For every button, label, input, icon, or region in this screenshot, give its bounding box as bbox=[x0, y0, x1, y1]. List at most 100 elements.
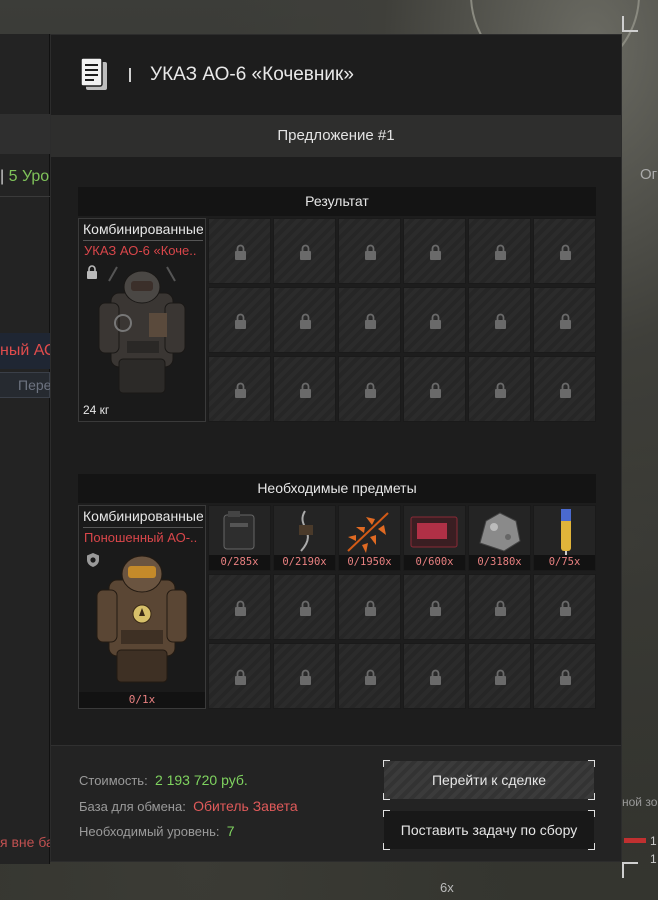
locked-slot[interactable] bbox=[273, 356, 336, 422]
cost-label: Стоимость: bbox=[79, 773, 148, 788]
level-value: 7 bbox=[226, 823, 235, 839]
locked-slot[interactable] bbox=[208, 287, 271, 353]
material-count: 0/285x bbox=[209, 555, 270, 570]
required-header: Необходимые предметы bbox=[78, 474, 596, 503]
lock-icon bbox=[235, 669, 246, 685]
material-count: 0/3180x bbox=[469, 555, 530, 570]
locked-slot[interactable] bbox=[403, 218, 466, 284]
shield-icon bbox=[87, 553, 99, 567]
material-slot[interactable]: 0/75x bbox=[533, 505, 596, 571]
lock-icon bbox=[235, 600, 246, 616]
lock-icon bbox=[235, 382, 246, 398]
lock-icon bbox=[560, 244, 571, 260]
lock-icon bbox=[560, 382, 571, 398]
background-side-panel bbox=[0, 34, 50, 864]
required-item-card[interactable]: Комбинированные Поношенный АО-.. 0/1x bbox=[78, 505, 206, 709]
locked-slot[interactable] bbox=[468, 574, 531, 640]
base-value: Обитель Завета bbox=[193, 798, 298, 814]
worn-armor-image bbox=[96, 555, 188, 683]
background-number: 1 bbox=[650, 852, 657, 866]
background-button-label: Пере bbox=[18, 377, 50, 393]
locked-slot[interactable] bbox=[208, 218, 271, 284]
locked-slot[interactable] bbox=[208, 574, 271, 640]
go-to-deal-button[interactable]: Перейти к сделке bbox=[383, 760, 595, 800]
corner-marker bbox=[622, 16, 638, 32]
cost-row: Стоимость: 2 193 720 руб. bbox=[79, 772, 248, 788]
modal-footer: Стоимость: 2 193 720 руб. База для обмен… bbox=[51, 745, 621, 861]
material-count: 0/2190x bbox=[274, 555, 335, 570]
lock-icon bbox=[560, 669, 571, 685]
lock-icon bbox=[495, 313, 506, 329]
lock-icon bbox=[300, 382, 311, 398]
background-zoom-label: 6x bbox=[440, 880, 454, 895]
lock-icon bbox=[495, 244, 506, 260]
locked-slot[interactable] bbox=[338, 356, 401, 422]
material-slot[interactable]: 0/3180x bbox=[468, 505, 531, 571]
item-category: Комбинированные bbox=[83, 221, 203, 241]
locked-slot[interactable] bbox=[338, 287, 401, 353]
lock-icon bbox=[235, 313, 246, 329]
document-icon bbox=[80, 57, 107, 90]
go-to-deal-label: Перейти к сделке bbox=[431, 772, 547, 788]
ore-icon bbox=[479, 512, 521, 552]
lock-icon bbox=[300, 313, 311, 329]
lock-icon bbox=[430, 382, 441, 398]
material-slot[interactable]: 0/1950x bbox=[338, 505, 401, 571]
locked-slot[interactable] bbox=[403, 574, 466, 640]
locked-slot[interactable] bbox=[533, 287, 596, 353]
item-weight: 24 кг bbox=[83, 403, 110, 417]
background-level: | 5 Уро bbox=[0, 168, 50, 185]
lock-icon bbox=[560, 600, 571, 616]
locked-slot[interactable] bbox=[403, 287, 466, 353]
lock-icon bbox=[495, 600, 506, 616]
lock-icon bbox=[235, 244, 246, 260]
required-grid: 0/285x 0/2190x 0/1950x 0/600x 0/3180x 0/75x bbox=[208, 505, 596, 709]
header-separator bbox=[129, 68, 131, 82]
base-row: База для обмена: Обитель Завета bbox=[79, 798, 298, 814]
lock-icon bbox=[430, 313, 441, 329]
locked-slot[interactable] bbox=[338, 643, 401, 709]
locked-slot[interactable] bbox=[338, 218, 401, 284]
armor-suit-image bbox=[98, 266, 186, 394]
locked-slot[interactable] bbox=[533, 218, 596, 284]
set-collect-task-button[interactable]: Поставить задачу по сбору bbox=[383, 810, 595, 850]
locked-slot[interactable] bbox=[403, 643, 466, 709]
locked-slot[interactable] bbox=[273, 218, 336, 284]
locked-slot[interactable] bbox=[403, 356, 466, 422]
lock-icon bbox=[430, 600, 441, 616]
locked-slot[interactable] bbox=[533, 574, 596, 640]
result-header: Результат bbox=[78, 187, 596, 216]
lock-icon bbox=[300, 244, 311, 260]
material-slot[interactable]: 0/600x bbox=[403, 505, 466, 571]
locked-slot[interactable] bbox=[273, 287, 336, 353]
material-slot[interactable]: 0/2190x bbox=[273, 505, 336, 571]
material-slot[interactable]: 0/285x bbox=[208, 505, 271, 571]
divider bbox=[0, 196, 50, 197]
locked-slot[interactable] bbox=[468, 287, 531, 353]
item-name: УКАЗ АО-6 «Коче.. bbox=[84, 243, 197, 258]
locked-slot[interactable] bbox=[468, 218, 531, 284]
result-section: Результат Комбинированные УКАЗ АО-6 «Коч… bbox=[78, 187, 596, 422]
lock-icon bbox=[560, 313, 571, 329]
locked-slot[interactable] bbox=[533, 356, 596, 422]
syringe-icon bbox=[561, 509, 571, 555]
red-box-icon bbox=[410, 516, 458, 548]
locked-slot[interactable] bbox=[338, 574, 401, 640]
locked-slot[interactable] bbox=[273, 643, 336, 709]
offer-label: Предложение #1 bbox=[51, 115, 621, 157]
lock-icon bbox=[87, 265, 97, 279]
locked-slot[interactable] bbox=[533, 643, 596, 709]
locked-slot[interactable] bbox=[208, 356, 271, 422]
material-count: 0/1950x bbox=[339, 555, 400, 570]
fern-icon bbox=[347, 512, 389, 553]
lock-icon bbox=[495, 382, 506, 398]
level-label: Необходимый уровень: bbox=[79, 824, 220, 839]
result-item-card[interactable]: Комбинированные УКАЗ АО-6 «Коче.. 24 кг bbox=[78, 218, 206, 422]
locked-slot[interactable] bbox=[468, 356, 531, 422]
battery-icon bbox=[223, 511, 255, 550]
locked-slot[interactable] bbox=[273, 574, 336, 640]
locked-slot[interactable] bbox=[208, 643, 271, 709]
background-item-name: ный АО bbox=[0, 342, 50, 359]
locked-slot[interactable] bbox=[468, 643, 531, 709]
lock-icon bbox=[430, 244, 441, 260]
